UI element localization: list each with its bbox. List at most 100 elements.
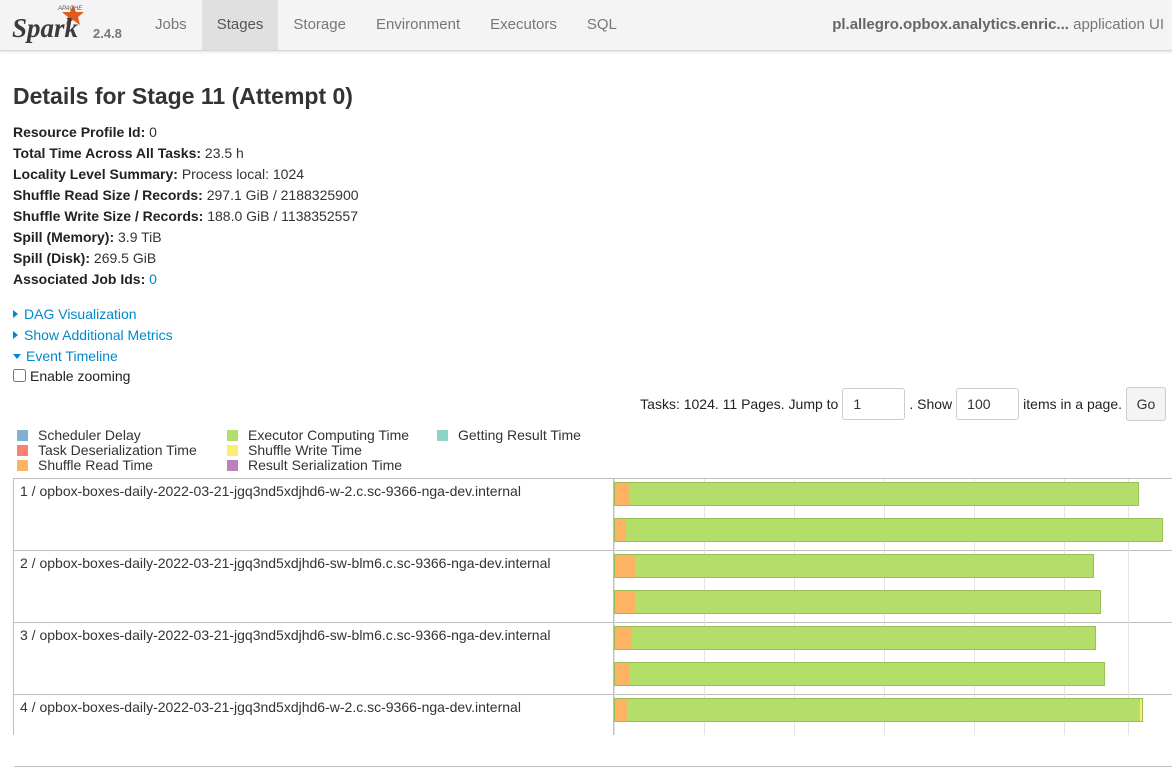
- task-pager: Tasks: 1024. 11 Pages. Jump to . Show it…: [640, 387, 1166, 421]
- shuffle-read-segment: [615, 699, 628, 721]
- executor-computing-segment: [635, 591, 1100, 613]
- summary-value: Process local: 1024: [181, 166, 305, 182]
- legend-label: Result Serialization Time: [248, 457, 403, 473]
- summary-value: 297.1 GiB / 2188325900: [206, 187, 359, 203]
- task-bar[interactable]: [614, 662, 1105, 686]
- dag-visualization-label: DAG Visualization: [24, 306, 137, 322]
- enable-zooming-label: Enable zooming: [30, 368, 131, 384]
- arrow-right-icon: [13, 331, 18, 339]
- legend-label: Shuffle Read Time: [38, 457, 153, 473]
- pager-items-text: items in a page.: [1023, 396, 1122, 412]
- legend-label: Scheduler Delay: [38, 427, 141, 443]
- summary-value: 3.9 TiB: [118, 229, 162, 245]
- summary-value: 269.5 GiB: [93, 250, 157, 266]
- executor-computing-segment: [628, 663, 1104, 685]
- task-bar[interactable]: [614, 590, 1101, 614]
- arrow-down-icon: [13, 354, 21, 359]
- summary-resource-profile: Resource Profile Id: 0: [13, 123, 613, 144]
- summary-label: Locality Level Summary:: [13, 166, 178, 182]
- arrow-right-icon: [13, 310, 18, 318]
- pager-summary-text: Tasks: 1024. 11 Pages. Jump to: [640, 396, 839, 412]
- tab-sql[interactable]: SQL: [572, 0, 632, 50]
- shuffle-read-segment: [615, 663, 629, 685]
- executor-computing-segment: [627, 699, 1140, 721]
- shuffle-read-segment: [615, 555, 635, 577]
- tab-storage[interactable]: Storage: [278, 0, 361, 50]
- spark-version: 2.4.8: [93, 26, 122, 41]
- task-bar[interactable]: [614, 554, 1094, 578]
- summary-value: 0: [149, 124, 157, 140]
- legend-swatch: [227, 430, 238, 441]
- top-navbar: APACHE Spark 2.4.8 Jobs Stages Storage E…: [0, 0, 1172, 51]
- task-bar[interactable]: [614, 698, 1143, 722]
- stage-summary: Resource Profile Id: 0 Total Time Across…: [13, 123, 613, 291]
- legend-swatch: [227, 445, 238, 456]
- pager-show-text: . Show: [909, 396, 953, 412]
- summary-shuffle-read: Shuffle Read Size / Records: 297.1 GiB /…: [13, 186, 613, 207]
- summary-value: 23.5 h: [204, 145, 244, 161]
- legend-swatch: [17, 460, 28, 471]
- summary-total-time: Total Time Across All Tasks: 23.5 h: [13, 144, 613, 165]
- additional-metrics-toggle[interactable]: Show Additional Metrics: [13, 327, 173, 343]
- task-bar[interactable]: [614, 518, 1163, 542]
- summary-value: 188.0 GiB / 1138352557: [207, 208, 358, 224]
- summary-shuffle-write: Shuffle Write Size / Records: 188.0 GiB …: [13, 207, 613, 228]
- timeline-plot-area[interactable]: [613, 479, 1172, 735]
- logo-spark-text: Spark: [12, 13, 79, 43]
- summary-label: Shuffle Write Size / Records:: [13, 208, 204, 224]
- task-bar[interactable]: [614, 626, 1096, 650]
- shuffle-read-segment: [615, 483, 629, 505]
- tab-stages[interactable]: Stages: [201, 0, 279, 50]
- shuffle-read-segment: [615, 519, 627, 541]
- legend-swatch: [437, 430, 448, 441]
- executor-computing-segment: [628, 483, 1138, 505]
- event-timeline-toggle[interactable]: Event Timeline: [13, 348, 118, 364]
- application-suffix: application UI: [1073, 16, 1164, 33]
- summary-spill-memory: Spill (Memory): 3.9 TiB: [13, 228, 613, 249]
- executor-label: 2 / opbox-boxes-daily-2022-03-21-jgq3nd5…: [20, 555, 551, 571]
- nav-tabs: Jobs Stages Storage Environment Executor…: [140, 0, 632, 50]
- summary-label: Resource Profile Id:: [13, 124, 146, 140]
- spark-logo[interactable]: APACHE Spark: [10, 2, 90, 46]
- dag-visualization-toggle[interactable]: DAG Visualization: [13, 306, 137, 322]
- page-number-input[interactable]: [842, 388, 906, 420]
- page-size-input[interactable]: [956, 388, 1020, 420]
- executor-computing-segment: [631, 627, 1095, 649]
- legend-swatch: [227, 460, 238, 471]
- executor-computing-segment: [634, 555, 1093, 577]
- legend-label: Task Deserialization Time: [38, 442, 197, 458]
- summary-label: Associated Job Ids:: [13, 271, 146, 287]
- page-title: Details for Stage 11 (Attempt 0): [13, 83, 353, 109]
- tab-environment[interactable]: Environment: [361, 0, 475, 50]
- legend-label: Getting Result Time: [458, 427, 581, 443]
- task-bar[interactable]: [614, 482, 1139, 506]
- tab-jobs[interactable]: Jobs: [140, 0, 202, 50]
- job-id-link[interactable]: 0: [149, 271, 157, 287]
- enable-zooming[interactable]: Enable zooming: [13, 368, 130, 384]
- summary-spill-disk: Spill (Disk): 269.5 GiB: [13, 249, 613, 270]
- executor-label: 4 / opbox-boxes-daily-2022-03-21-jgq3nd5…: [20, 699, 521, 715]
- tab-executors[interactable]: Executors: [475, 0, 572, 50]
- enable-zooming-checkbox[interactable]: [13, 369, 26, 382]
- additional-metrics-label: Show Additional Metrics: [24, 327, 173, 343]
- summary-locality: Locality Level Summary: Process local: 1…: [13, 165, 613, 186]
- executor-label: 1 / opbox-boxes-daily-2022-03-21-jgq3nd5…: [20, 483, 521, 499]
- summary-job-ids: Associated Job Ids: 0: [13, 270, 613, 291]
- summary-label: Spill (Disk):: [13, 250, 91, 266]
- summary-label: Spill (Memory):: [13, 229, 115, 245]
- spark-logo-graphic: APACHE Spark: [12, 5, 84, 43]
- legend-swatch: [17, 445, 28, 456]
- event-timeline-label: Event Timeline: [26, 348, 118, 364]
- event-timeline[interactable]: 1 / opbox-boxes-daily-2022-03-21-jgq3nd5…: [13, 478, 1172, 767]
- legend-label: Executor Computing Time: [248, 427, 410, 443]
- logo-apache-text: APACHE: [57, 6, 83, 12]
- executor-label: 3 / opbox-boxes-daily-2022-03-21-jgq3nd5…: [20, 627, 551, 643]
- shuffle-write-segment: [1139, 699, 1142, 721]
- executor-computing-segment: [626, 519, 1162, 541]
- legend-swatch: [17, 430, 28, 441]
- summary-label: Total Time Across All Tasks:: [13, 145, 202, 161]
- application-title: pl.allegro.opbox.analytics.enric... appl…: [832, 0, 1164, 50]
- application-name: pl.allegro.opbox.analytics.enric...: [832, 16, 1069, 33]
- go-button[interactable]: Go: [1126, 387, 1166, 421]
- legend-label: Shuffle Write Time: [248, 442, 362, 458]
